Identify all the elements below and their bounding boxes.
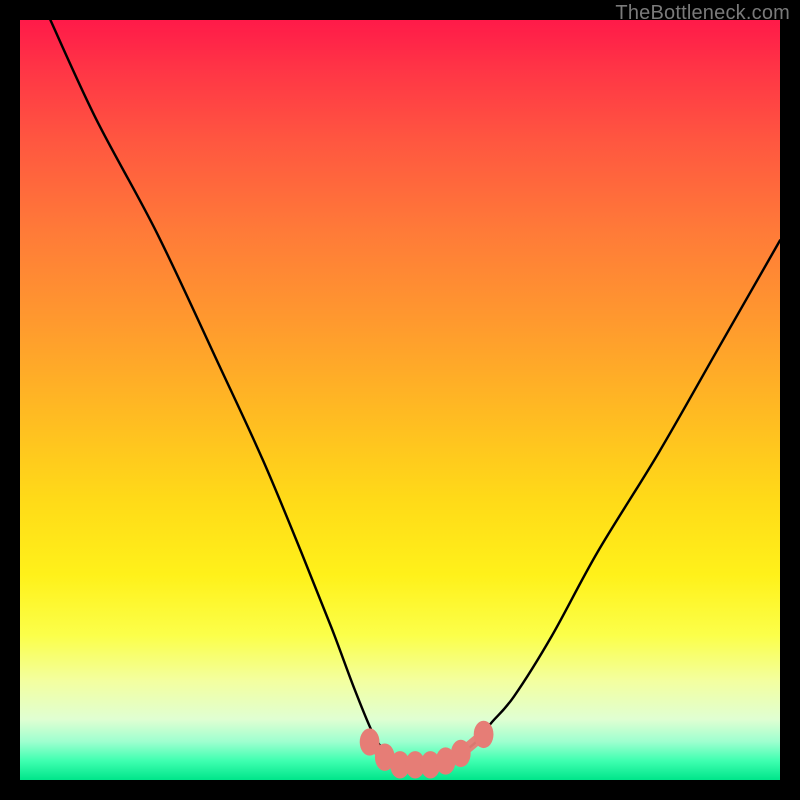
marker-dot (474, 721, 494, 748)
plot-area (20, 20, 780, 780)
bottleneck-curve-line (50, 20, 780, 765)
chart-svg (20, 20, 780, 780)
marker-dot (451, 740, 471, 767)
chart-frame: TheBottleneck.com (0, 0, 800, 800)
bottom-marker-strip (360, 721, 494, 779)
